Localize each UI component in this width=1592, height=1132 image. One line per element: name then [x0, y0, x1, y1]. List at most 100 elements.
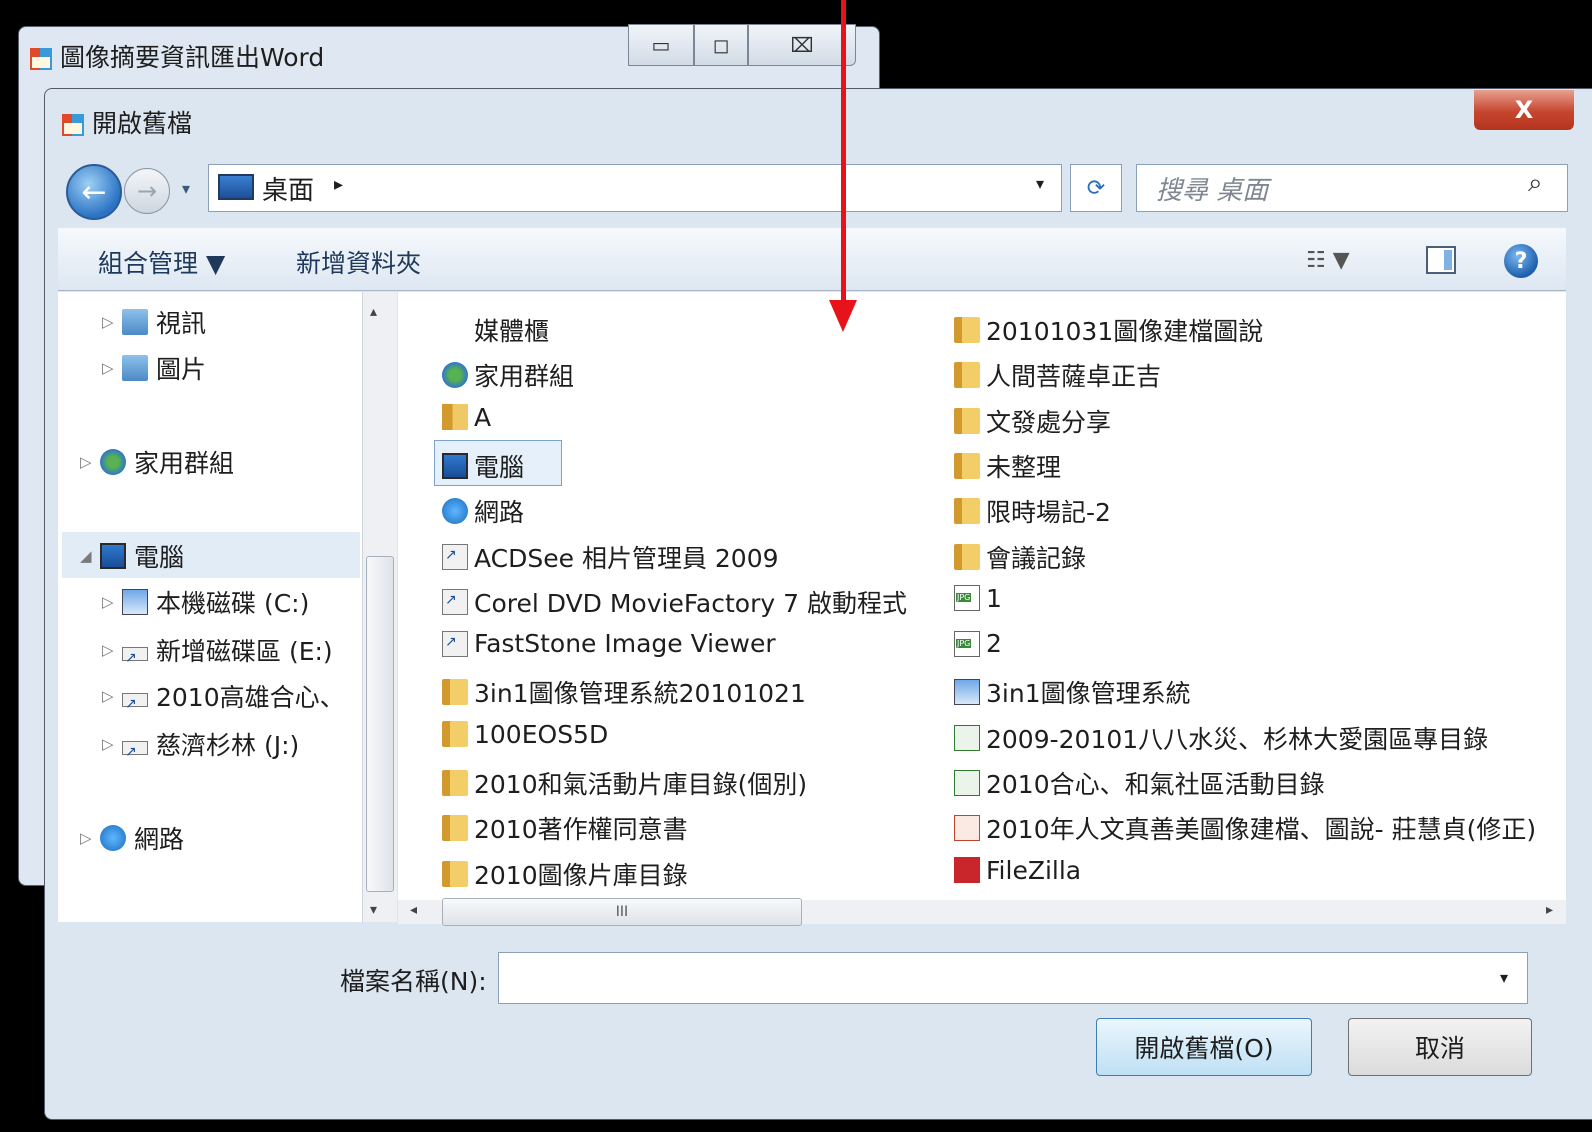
expand-arrow-icon[interactable]: ▷ — [102, 641, 122, 659]
nav-item-homegroup[interactable]: ▷ 家用群組 — [80, 444, 234, 480]
scroll-left-arrow-icon[interactable]: ◂ — [410, 902, 417, 918]
parent-window-title-text: 圖像摘要資訊匯出Word — [59, 43, 325, 72]
folder-icon — [954, 452, 980, 479]
home-icon — [442, 362, 468, 389]
nav-item-pictures[interactable]: ▷ 圖片 — [102, 350, 206, 386]
file-item-label: 人間菩薩卓正吉 — [986, 362, 1162, 392]
file-item[interactable]: 媒體櫃 — [442, 312, 549, 348]
forward-button[interactable]: → — [124, 168, 170, 214]
refresh-button[interactable]: ⟳ — [1070, 164, 1122, 212]
file-item[interactable]: 會議記錄 — [954, 539, 1086, 575]
expand-arrow-icon[interactable]: ▷ — [102, 735, 122, 753]
minimize-button[interactable]: ▭ — [628, 24, 694, 66]
folder-icon — [442, 815, 468, 842]
expand-arrow-icon[interactable]: ▷ — [102, 593, 122, 611]
nav-item-videos[interactable]: ▷ 視訊 — [102, 304, 206, 340]
cancel-button[interactable]: 取消 — [1348, 1018, 1532, 1076]
annotation-arrow-line — [841, 0, 846, 312]
file-item-label: ACDSee 相片管理員 2009 — [474, 543, 779, 573]
file-item[interactable]: A — [442, 403, 491, 432]
user-icon — [442, 404, 468, 431]
annotation-arrow-head — [829, 300, 857, 332]
address-dropdown-icon[interactable]: ▾ — [1036, 174, 1044, 193]
file-item[interactable]: 2010合心、和氣社區活動目錄 — [954, 765, 1325, 801]
nav-pane-scroll-thumb[interactable] — [366, 556, 394, 892]
file-item[interactable]: 3in1圖像管理系統20101021 — [442, 674, 806, 710]
folder-icon — [954, 498, 980, 525]
address-location[interactable]: 桌面 — [262, 170, 314, 207]
file-item-label: 100EOS5D — [474, 719, 609, 749]
file-item[interactable]: 網路 — [442, 493, 524, 529]
scroll-up-arrow-icon[interactable]: ▴ — [370, 304, 377, 320]
file-item-label: 限時場記-2 — [986, 498, 1111, 528]
nav-item-computer[interactable]: ◢ 電腦 — [80, 538, 184, 574]
nav-item-drive-j[interactable]: ▷ 慈濟杉林 (J:) — [102, 726, 299, 762]
scroll-right-arrow-icon[interactable]: ▸ — [1546, 902, 1553, 918]
file-item-label: 3in1圖像管理系統20101021 — [474, 679, 806, 709]
jpg-icon — [954, 630, 980, 657]
file-item[interactable]: 家用群組 — [442, 357, 574, 393]
file-item-label: 家用群組 — [474, 362, 575, 392]
expand-arrow-icon[interactable]: ▷ — [80, 453, 100, 471]
file-item[interactable]: 電腦 — [442, 448, 524, 484]
expand-arrow-icon[interactable]: ▷ — [102, 313, 122, 331]
file-item[interactable]: 文發處分享 — [954, 403, 1111, 439]
dialog-close-button[interactable]: X — [1474, 90, 1574, 130]
file-item[interactable]: 2010著作權同意書 — [442, 810, 688, 846]
organize-menu-button[interactable]: 組合管理 ▼ — [98, 244, 225, 280]
file-item[interactable]: 100EOS5D — [442, 720, 608, 749]
file-item-label: 2 — [986, 629, 1002, 659]
history-dropdown-icon[interactable]: ▾ — [172, 176, 200, 200]
scroll-down-arrow-icon[interactable]: ▾ — [370, 902, 377, 918]
nav-item-drive-e[interactable]: ▷ 新增磁碟區 (E:) — [102, 632, 333, 668]
file-item[interactable]: 2010年人文真善美圖像建檔、圖說- 莊慧貞(修正) — [954, 810, 1536, 846]
file-item[interactable]: 限時場記-2 — [954, 493, 1111, 529]
file-item-label: 3in1圖像管理系統 — [986, 679, 1191, 709]
expand-arrow-icon[interactable]: ▷ — [102, 359, 122, 377]
back-button[interactable]: ← — [66, 164, 122, 220]
breadcrumb-chevron-icon[interactable]: ▸ — [334, 174, 343, 195]
nav-item-drive-kaohsiung[interactable]: ▷ 2010高雄合心、 — [102, 678, 360, 714]
collapse-arrow-icon[interactable]: ◢ — [80, 547, 100, 565]
open-button[interactable]: 開啟舊檔(O) — [1096, 1018, 1312, 1076]
file-item[interactable]: ACDSee 相片管理員 2009 — [442, 539, 779, 575]
parent-window-title: 圖像摘要資訊匯出Word — [30, 38, 324, 74]
expand-arrow-icon[interactable]: ▷ — [102, 687, 122, 705]
nav-item-network[interactable]: ▷ 網路 — [80, 820, 184, 856]
dialog-app-icon — [62, 114, 84, 136]
file-item[interactable]: Corel DVD MovieFactory 7 啟動程式 — [442, 584, 907, 620]
nav-item-drive-c[interactable]: ▷ 本機磁碟 (C:) — [102, 584, 309, 620]
folder-icon — [442, 860, 468, 887]
parent-close-button[interactable]: ⌧ — [748, 24, 856, 66]
help-icon[interactable]: ? — [1504, 244, 1538, 278]
file-item[interactable]: 3in1圖像管理系統 — [954, 674, 1191, 710]
file-item[interactable]: 2010和氣活動片庫目錄(個別) — [442, 765, 807, 801]
file-item[interactable]: 人間菩薩卓正吉 — [954, 357, 1161, 393]
maximize-button[interactable]: ◻ — [694, 24, 748, 66]
app-icon — [30, 48, 52, 70]
file-item-label: 媒體櫃 — [474, 317, 550, 346]
filename-dropdown-icon[interactable]: ▾ — [1500, 968, 1508, 987]
new-folder-button[interactable]: 新增資料夾 — [296, 244, 421, 280]
parent-window-controls: ▭ ◻ ⌧ — [628, 24, 864, 68]
dialog-title-text: 開啟舊檔 — [91, 109, 192, 138]
file-item[interactable]: 1 — [954, 584, 1002, 613]
file-item[interactable]: 2009-20101八八水災、杉林大愛園區專目錄 — [954, 720, 1488, 756]
expand-arrow-icon[interactable]: ▷ — [80, 829, 100, 847]
file-item[interactable]: FastStone Image Viewer — [442, 629, 776, 658]
view-options-button[interactable]: ☷ ▼ — [1306, 248, 1350, 273]
file-item[interactable]: FileZilla — [954, 856, 1081, 885]
nav-item-label: 圖片 — [156, 355, 207, 384]
horizontal-scroll-thumb[interactable]: III — [442, 898, 802, 926]
preview-pane-icon[interactable] — [1426, 246, 1456, 274]
filename-input[interactable] — [498, 952, 1528, 1004]
file-item[interactable]: 未整理 — [954, 448, 1061, 484]
file-item[interactable]: 2 — [954, 629, 1002, 658]
file-item[interactable]: 20101031圖像建檔圖說 — [954, 312, 1263, 348]
jpg-icon — [954, 585, 980, 612]
search-icon[interactable]: ⌕ — [1528, 168, 1543, 199]
file-item-label: 2009-20101八八水災、杉林大愛園區專目錄 — [986, 724, 1489, 754]
nav-item-label: 網路 — [134, 825, 185, 854]
homegroup-icon — [100, 449, 126, 475]
file-item[interactable]: 2010圖像片庫目錄 — [442, 856, 688, 892]
